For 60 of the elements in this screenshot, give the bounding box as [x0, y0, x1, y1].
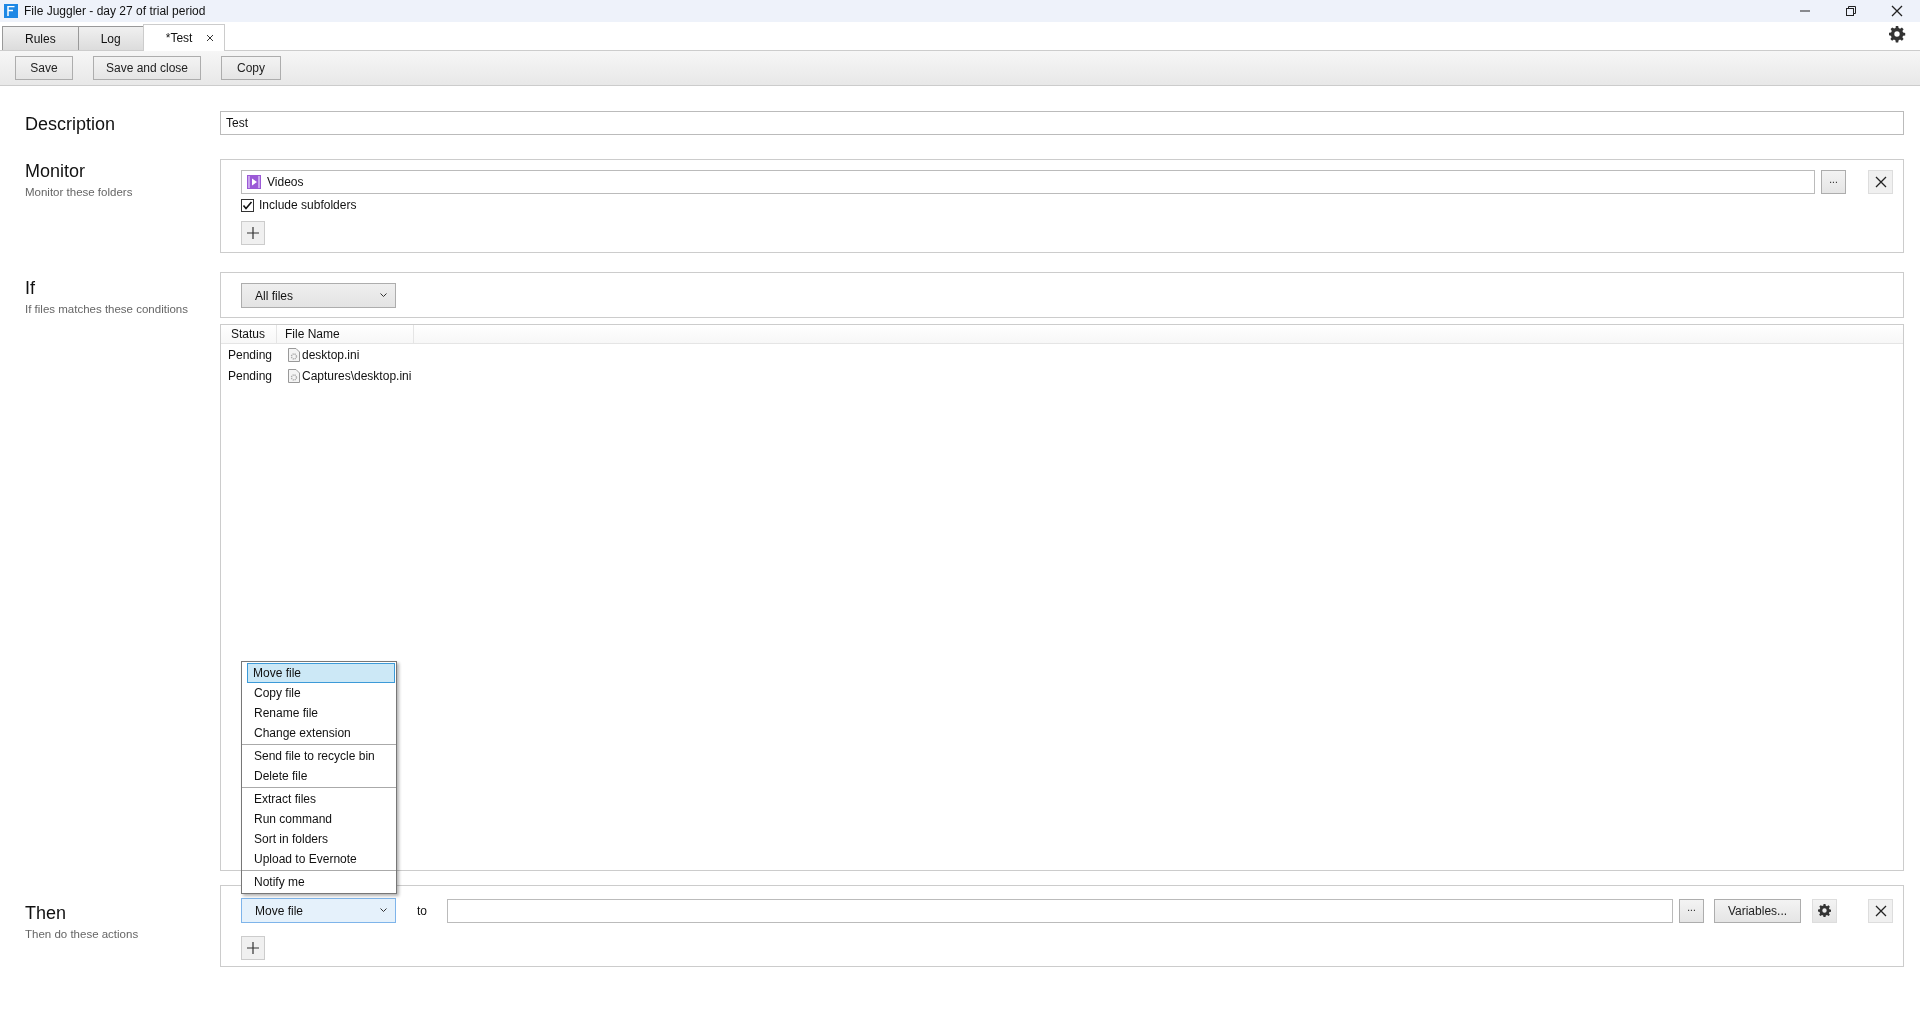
menu-item[interactable]: Notify me	[243, 872, 395, 892]
menu-item[interactable]: Sort in folders	[243, 829, 395, 849]
section-title: Then	[25, 903, 68, 924]
browse-button[interactable]: ...	[1679, 898, 1704, 923]
menu-item[interactable]: Move file	[247, 663, 395, 683]
tab[interactable]: Rules	[2, 26, 79, 50]
column-header[interactable]: File Name	[277, 325, 414, 343]
toolbar-button[interactable]: Copy	[221, 56, 281, 80]
tab[interactable]: Log	[77, 26, 144, 50]
column-header[interactable]: Status	[221, 325, 277, 343]
gear-icon	[1818, 904, 1831, 917]
tab[interactable]: *Test	[142, 24, 226, 51]
window-title: File Juggler - day 27 of trial period	[24, 4, 207, 18]
action-dropdown[interactable]: Move file	[241, 898, 396, 923]
app-logo-icon	[4, 4, 18, 18]
status-cell-text: Pending	[227, 368, 274, 383]
chevron-down-icon	[380, 908, 387, 913]
menu-item[interactable]: Extract files	[243, 789, 395, 809]
folder-field[interactable]: Videos	[241, 170, 1815, 194]
file-name-cell: Captures\desktop.ini	[302, 368, 412, 383]
add-action-button[interactable]	[241, 936, 265, 960]
variables-button[interactable]: Variables...	[1714, 898, 1801, 923]
description-field[interactable]: Test	[220, 111, 1904, 135]
include-subfolders-checkbox[interactable]: Include subfolders	[241, 198, 357, 212]
settings-file-icon	[288, 368, 300, 383]
section-title: Description	[25, 114, 117, 135]
section-title: Monitor	[25, 161, 87, 182]
add-folder-button[interactable]	[241, 221, 265, 245]
checkbox-icon	[241, 198, 254, 212]
status-cell-text: Pending	[227, 347, 274, 362]
menu-item[interactable]: Copy file	[243, 683, 395, 703]
to-label: to	[417, 903, 427, 918]
settings-file-icon	[288, 347, 300, 362]
menu-item[interactable]: Delete file	[243, 766, 395, 786]
chevron-down-icon	[380, 293, 387, 298]
menu-item[interactable]: Change extension	[243, 723, 395, 743]
section-hint: Monitor these folders	[25, 186, 134, 198]
condition-dropdown[interactable]: All files	[241, 283, 396, 308]
toolbar-button[interactable]: Save	[15, 56, 73, 80]
settings-icon[interactable]	[1889, 26, 1906, 43]
settings-button[interactable]	[1812, 898, 1837, 923]
toolbar-button[interactable]: Save and close	[93, 56, 201, 80]
close-icon	[1874, 904, 1887, 917]
section-title: If	[25, 278, 36, 299]
destination-field[interactable]	[447, 898, 1673, 923]
browse-button[interactable]: ...	[1821, 170, 1846, 194]
close-tab-icon[interactable]	[206, 34, 215, 42]
section-hint: If files matches these conditions	[25, 303, 189, 315]
menu-item[interactable]: Rename file	[243, 703, 395, 723]
section-hint: Then do these actions	[25, 928, 140, 940]
file-name-cell: desktop.ini	[302, 347, 360, 362]
menu-item[interactable]: Run command	[243, 809, 395, 829]
menu-item[interactable]: Send file to recycle bin	[243, 746, 395, 766]
video-folder-icon	[247, 175, 261, 189]
remove-button[interactable]	[1868, 898, 1893, 923]
plus-icon	[247, 227, 259, 239]
menu-item[interactable]: Upload to Evernote	[243, 849, 395, 869]
close-icon	[1874, 176, 1887, 188]
plus-icon	[247, 942, 259, 954]
remove-button[interactable]	[1868, 170, 1893, 194]
